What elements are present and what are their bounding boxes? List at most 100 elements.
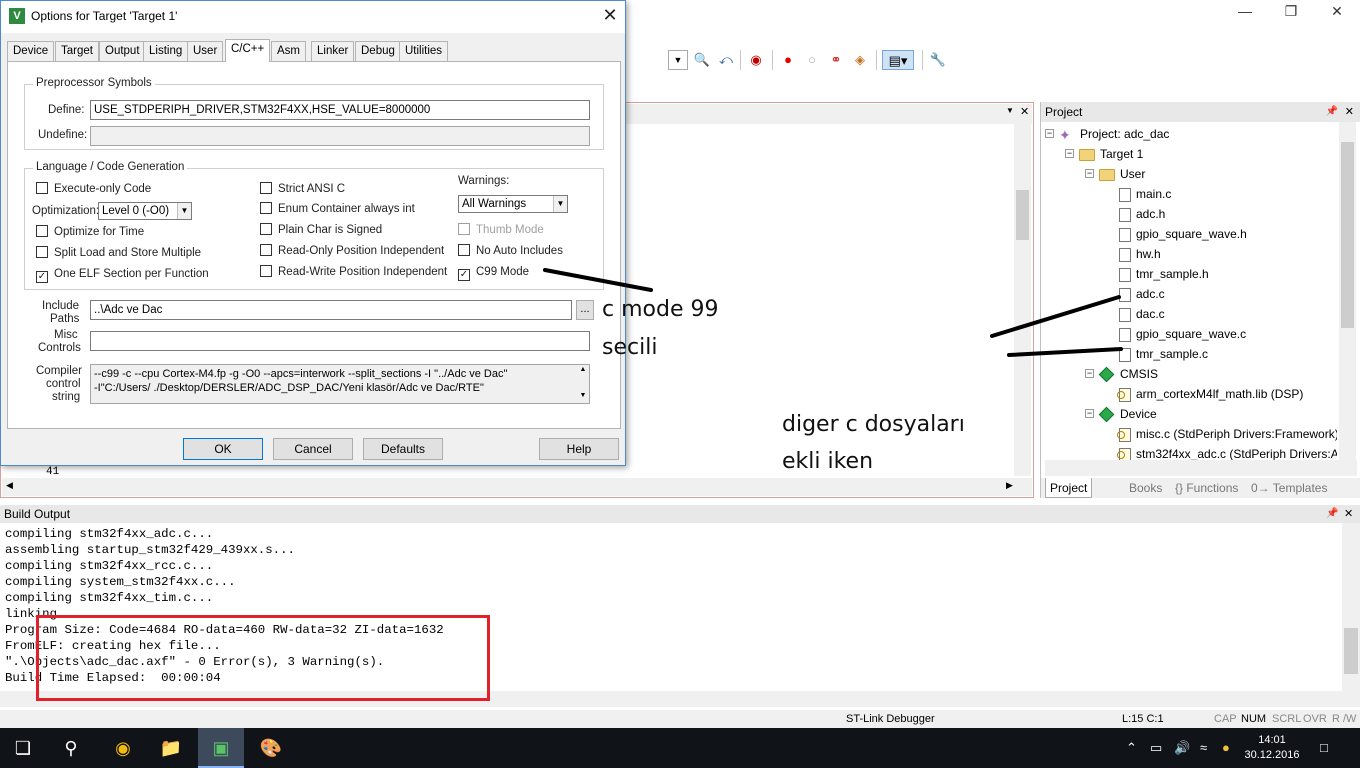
one-elf-checkbox[interactable]: ✓ One ELF Section per Function bbox=[36, 267, 209, 283]
disable-breakpoint-icon[interactable]: ○ bbox=[802, 50, 822, 70]
build-close-icon[interactable]: ✕ bbox=[1344, 505, 1353, 523]
volume-icon[interactable]: 🔊 bbox=[1174, 728, 1190, 768]
tab-asm[interactable]: Asm bbox=[271, 41, 306, 61]
misc-controls-field[interactable] bbox=[90, 331, 590, 351]
undefine-field[interactable] bbox=[90, 126, 590, 146]
ok-button[interactable]: OK bbox=[183, 438, 263, 460]
project-horizontal-scrollbar[interactable] bbox=[1045, 460, 1357, 476]
tree-collapse-icon[interactable]: − bbox=[1085, 369, 1094, 378]
tree-item[interactable]: stm32f4xx_adc.c (StdPeriph Drivers:ADC) bbox=[1117, 444, 1337, 460]
scroll-up-icon[interactable]: ▲ bbox=[577, 365, 589, 375]
tree-item[interactable]: gpio_square_wave.c bbox=[1119, 324, 1246, 344]
tab-books[interactable]: Books bbox=[1125, 478, 1166, 498]
scroll-down-icon[interactable]: ▼ bbox=[577, 391, 589, 401]
strict-ansi-checkbox[interactable]: Strict ANSI C bbox=[260, 182, 345, 196]
tree-item[interactable]: tmr_sample.h bbox=[1119, 264, 1209, 284]
tree-item[interactable]: hw.h bbox=[1119, 244, 1161, 264]
pin-icon[interactable]: 📌 bbox=[1326, 102, 1338, 122]
start-debug-icon[interactable]: ◉ bbox=[746, 50, 766, 70]
tree-item[interactable]: dac.c bbox=[1119, 304, 1165, 324]
tree-item[interactable]: arm_cortexM4lf_math.lib (DSP) bbox=[1117, 384, 1303, 404]
thumb-mode-checkbox[interactable]: Thumb Mode bbox=[458, 223, 544, 237]
editor-dropdown-icon[interactable]: ▼ bbox=[1006, 106, 1014, 115]
window-layout-icon[interactable]: ▤▾ bbox=[882, 50, 914, 70]
wifi-icon[interactable]: ≈ bbox=[1200, 728, 1207, 768]
cancel-button[interactable]: Cancel bbox=[273, 438, 353, 460]
tab-cpp[interactable]: C/C++ bbox=[225, 39, 271, 62]
defaults-button[interactable]: Defaults bbox=[363, 438, 443, 460]
include-paths-browse-button[interactable]: ... bbox=[576, 300, 594, 320]
tree-item[interactable]: main.c bbox=[1119, 184, 1171, 204]
breakpoint-icon[interactable]: ● bbox=[778, 50, 798, 70]
chrome-icon[interactable]: ◉ bbox=[100, 728, 146, 768]
build-scroll-thumb[interactable] bbox=[1344, 628, 1358, 674]
dropdown-icon[interactable]: ▼ bbox=[668, 50, 688, 70]
clock[interactable]: 14:01 30.12.2016 bbox=[1240, 733, 1304, 763]
help-button[interactable]: Help bbox=[539, 438, 619, 460]
build-pin-icon[interactable]: 📌 bbox=[1326, 505, 1338, 523]
tree-collapse-icon[interactable]: − bbox=[1065, 149, 1074, 158]
optimize-time-checkbox[interactable]: Optimize for Time bbox=[36, 225, 144, 239]
tree-item[interactable]: adc.h bbox=[1119, 204, 1165, 224]
tab-device[interactable]: Device bbox=[7, 41, 55, 61]
keil-uvision-icon[interactable]: ▣ bbox=[198, 728, 244, 768]
language-icon[interactable]: ● bbox=[1222, 728, 1230, 768]
minimize-icon[interactable]: — bbox=[1222, 0, 1268, 24]
tree-item[interactable]: − User bbox=[1085, 164, 1145, 184]
tree-collapse-icon[interactable]: − bbox=[1045, 129, 1054, 138]
c99-mode-checkbox[interactable]: ✓ C99 Mode bbox=[458, 265, 529, 281]
no-auto-includes-checkbox[interactable]: No Auto Includes bbox=[458, 244, 563, 258]
tree-item[interactable]: misc.c (StdPeriph Drivers:Framework) bbox=[1117, 424, 1337, 444]
configure-icon[interactable]: 🔧 bbox=[928, 50, 948, 70]
tab-utilities[interactable]: Utilities bbox=[399, 41, 449, 61]
tree-collapse-icon[interactable]: − bbox=[1085, 409, 1094, 418]
editor-scroll-thumb[interactable] bbox=[1016, 190, 1029, 240]
scroll-left-icon[interactable]: ◀ bbox=[6, 480, 13, 491]
optimization-select[interactable]: Level 0 (-O0) ▼ bbox=[98, 202, 192, 220]
compiler-control-string[interactable]: --c99 -c --cpu Cortex-M4.fp -g -O0 --apc… bbox=[90, 364, 590, 404]
incremental-find-icon[interactable]: ⤺ bbox=[716, 50, 736, 70]
start-icon[interactable]: ❏ bbox=[0, 728, 46, 768]
compiler-scrollbar[interactable]: ▲ ▼ bbox=[577, 365, 589, 403]
warnings-select[interactable]: All Warnings ▼ bbox=[458, 195, 568, 213]
search-icon[interactable]: ⚲ bbox=[48, 728, 94, 768]
tab-functions[interactable]: {} Functions bbox=[1171, 478, 1242, 498]
editor-close-icon[interactable]: ✕ bbox=[1020, 105, 1029, 118]
dialog-close-icon[interactable]: ✕ bbox=[599, 5, 621, 27]
editor-vertical-scrollbar[interactable] bbox=[1014, 124, 1031, 476]
tree-collapse-icon[interactable]: − bbox=[1085, 169, 1094, 178]
include-paths-field[interactable]: ..\Adc ve Dac bbox=[90, 300, 572, 320]
tree-item[interactable]: gpio_square_wave.h bbox=[1119, 224, 1247, 244]
tab-debug[interactable]: Debug bbox=[355, 41, 401, 61]
notifications-icon[interactable]: □ bbox=[1320, 728, 1328, 768]
tree-item[interactable]: − Target 1 bbox=[1065, 144, 1143, 164]
tab-listing[interactable]: Listing bbox=[143, 41, 189, 61]
maximize-icon[interactable]: ❐ bbox=[1268, 0, 1314, 24]
rw-position-checkbox[interactable]: Read-Write Position Independent bbox=[260, 265, 447, 279]
battery-icon[interactable]: ▭ bbox=[1150, 728, 1162, 768]
execute-only-checkbox[interactable]: Execute-only Code bbox=[36, 182, 151, 196]
tab-output[interactable]: Output bbox=[99, 41, 146, 61]
tab-target[interactable]: Target bbox=[55, 41, 99, 61]
tree-item[interactable]: − Device bbox=[1085, 404, 1157, 424]
find-in-files-icon[interactable]: 🔍 bbox=[692, 50, 712, 70]
disable-all-breakpoints-icon[interactable]: ⚭ bbox=[826, 50, 846, 70]
split-load-checkbox[interactable]: Split Load and Store Multiple bbox=[36, 246, 201, 260]
tree-item[interactable]: − CMSIS bbox=[1085, 364, 1158, 384]
tree-item[interactable]: adc.c bbox=[1119, 284, 1165, 304]
tab-project[interactable]: Project bbox=[1045, 478, 1093, 498]
file-explorer-icon[interactable]: 📁 bbox=[148, 728, 194, 768]
close-icon[interactable]: ✕ bbox=[1314, 0, 1360, 24]
tray-chevron-icon[interactable]: ⌃ bbox=[1126, 728, 1137, 768]
define-field[interactable]: USE_STDPERIPH_DRIVER,STM32F4XX,HSE_VALUE… bbox=[90, 100, 590, 120]
enum-container-checkbox[interactable]: Enum Container always int bbox=[260, 202, 415, 216]
kill-all-breakpoints-icon[interactable]: ◈ bbox=[850, 50, 870, 70]
paint-icon[interactable]: 🎨 bbox=[248, 728, 294, 768]
plain-char-checkbox[interactable]: Plain Char is Signed bbox=[260, 223, 382, 237]
tree-item[interactable]: − ✦ Project: adc_dac bbox=[1045, 124, 1169, 144]
tab-templates[interactable]: 0→ Templates bbox=[1247, 478, 1331, 498]
tab-user[interactable]: User bbox=[187, 41, 224, 61]
ro-position-checkbox[interactable]: Read-Only Position Independent bbox=[260, 244, 444, 258]
tree-item[interactable]: tmr_sample.c bbox=[1119, 344, 1208, 364]
editor-horizontal-scrollbar[interactable]: ◀ ▶ bbox=[2, 478, 1032, 496]
